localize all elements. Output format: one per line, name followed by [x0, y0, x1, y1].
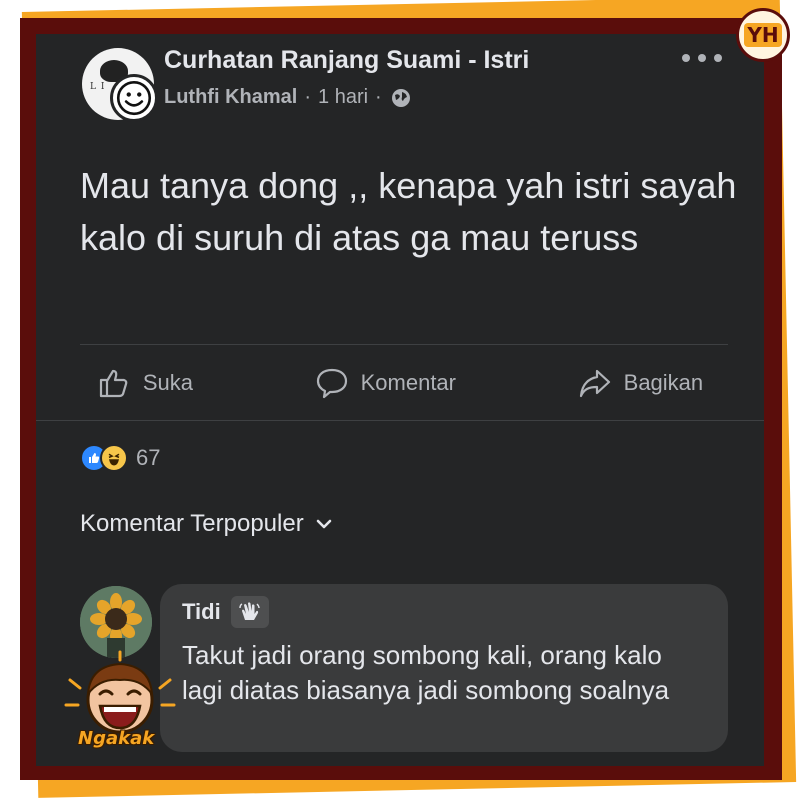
- share-arrow-icon: [579, 369, 610, 398]
- share-label: Bagikan: [623, 370, 704, 395]
- signature-mark: L I: [90, 82, 106, 92]
- watermark-logo: YH: [736, 8, 790, 62]
- sunflower-icon: [80, 586, 152, 658]
- share-button[interactable]: Bagikan: [578, 366, 704, 400]
- author-avatar[interactable]: [110, 74, 158, 122]
- haha-reaction-icon: [100, 444, 128, 472]
- like-button[interactable]: Suka: [97, 366, 193, 400]
- divider: [80, 344, 728, 345]
- like-label: Suka: [142, 370, 193, 395]
- comment-bubble: Tidi Takut jadi orang sombong kali, oran…: [160, 584, 728, 752]
- commenter-name[interactable]: Tidi: [182, 599, 221, 625]
- reaction-count: 67: [136, 445, 161, 470]
- commenter-avatar[interactable]: [80, 586, 152, 658]
- post-time[interactable]: 1 hari: [318, 86, 368, 109]
- divider: [36, 420, 764, 421]
- post-text: Mau tanya dong ,, kenapa yah istri sayah…: [80, 165, 737, 258]
- chevron-down-icon: [316, 519, 331, 529]
- more-options-icon[interactable]: [682, 48, 722, 68]
- post-meta: Luthfi Khamal · 1 hari ·: [164, 86, 411, 109]
- reaction-summary[interactable]: 67: [80, 444, 160, 472]
- separator-dot: ·: [375, 86, 382, 108]
- comment-button[interactable]: Komentar: [315, 366, 456, 400]
- comment-bubble-icon: [316, 368, 347, 399]
- group-name[interactable]: Curhatan Ranjang Suami - Istri: [164, 46, 529, 75]
- post-actions: Suka Komentar Bagikan: [36, 350, 764, 416]
- comment-sort-selector[interactable]: Komentar Terpopuler: [80, 510, 334, 538]
- separator-dot: ·: [304, 86, 312, 108]
- author-name[interactable]: Luthfi Khamal: [164, 86, 297, 109]
- sticker-caption: Ngakak: [78, 728, 155, 749]
- comment-label: Komentar: [360, 370, 456, 395]
- smiley-icon: [116, 80, 152, 116]
- fan-badge-icon[interactable]: [230, 596, 269, 628]
- commenter-row: Tidi: [182, 596, 706, 628]
- globe-icon: [391, 88, 410, 107]
- comment-text: Takut jadi orang sombong kali, orang kal…: [182, 640, 670, 705]
- sort-label: Komentar Terpopuler: [80, 510, 304, 537]
- thumbs-up-icon: [99, 369, 128, 398]
